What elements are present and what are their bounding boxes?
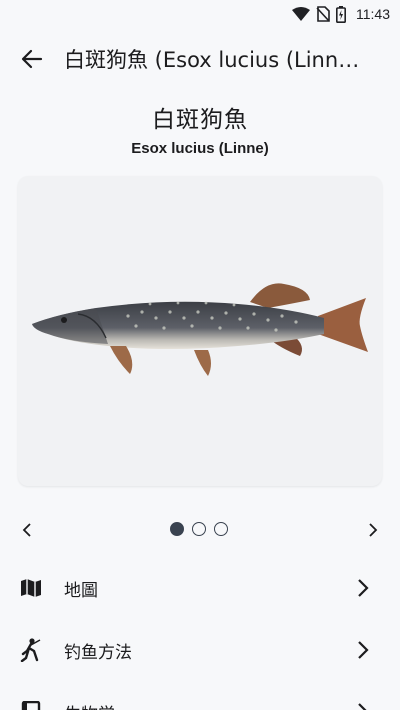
map-icon <box>18 575 44 601</box>
menu-item-map[interactable]: 地圖 <box>0 558 400 618</box>
chevron-right-icon <box>348 578 378 598</box>
fishing-person-icon <box>18 637 44 663</box>
chevron-left-icon <box>22 523 31 537</box>
species-name-zh: 白斑狗魚 <box>152 107 248 133</box>
menu-item-label: 生物学 <box>64 700 348 710</box>
carousel-dot[interactable] <box>192 522 206 536</box>
species-name-latin: Esox lucius (Linne) <box>131 140 269 157</box>
menu-item-label: 钓鱼方法 <box>64 642 132 663</box>
image-carousel-controls <box>0 515 400 545</box>
chevron-right-icon <box>348 702 378 710</box>
carousel-next-button[interactable] <box>358 515 388 545</box>
carousel-dot[interactable] <box>170 522 184 536</box>
app-bar: 白斑狗魚 (Esox lucius (Linne)) <box>0 28 400 90</box>
menu-item-biology[interactable]: 生物学 <box>0 682 400 710</box>
no-sim-icon <box>316 6 330 22</box>
book-icon <box>18 699 44 710</box>
species-heading: 白斑狗魚 Esox lucius (Linne) <box>0 100 400 157</box>
status-bar: 11:43 <box>0 0 400 28</box>
carousel-indicator <box>170 522 228 536</box>
menu-item-label: 地圖 <box>64 580 98 601</box>
wifi-icon <box>292 7 310 21</box>
carousel-prev-button[interactable] <box>12 515 42 545</box>
arrow-left-icon <box>21 49 43 69</box>
battery-icon <box>336 5 346 23</box>
species-image-card[interactable] <box>18 176 382 486</box>
back-button[interactable] <box>0 28 64 90</box>
carousel-dot[interactable] <box>214 522 228 536</box>
chevron-right-icon <box>369 523 378 537</box>
chevron-right-icon <box>348 640 378 660</box>
status-time: 11:43 <box>356 6 390 22</box>
app-bar-title: 白斑狗魚 (Esox lucius (Linne)) <box>64 48 364 72</box>
menu-item-fishing-method[interactable]: 钓鱼方法 <box>0 620 400 680</box>
pike-fish-illustration <box>32 283 368 376</box>
